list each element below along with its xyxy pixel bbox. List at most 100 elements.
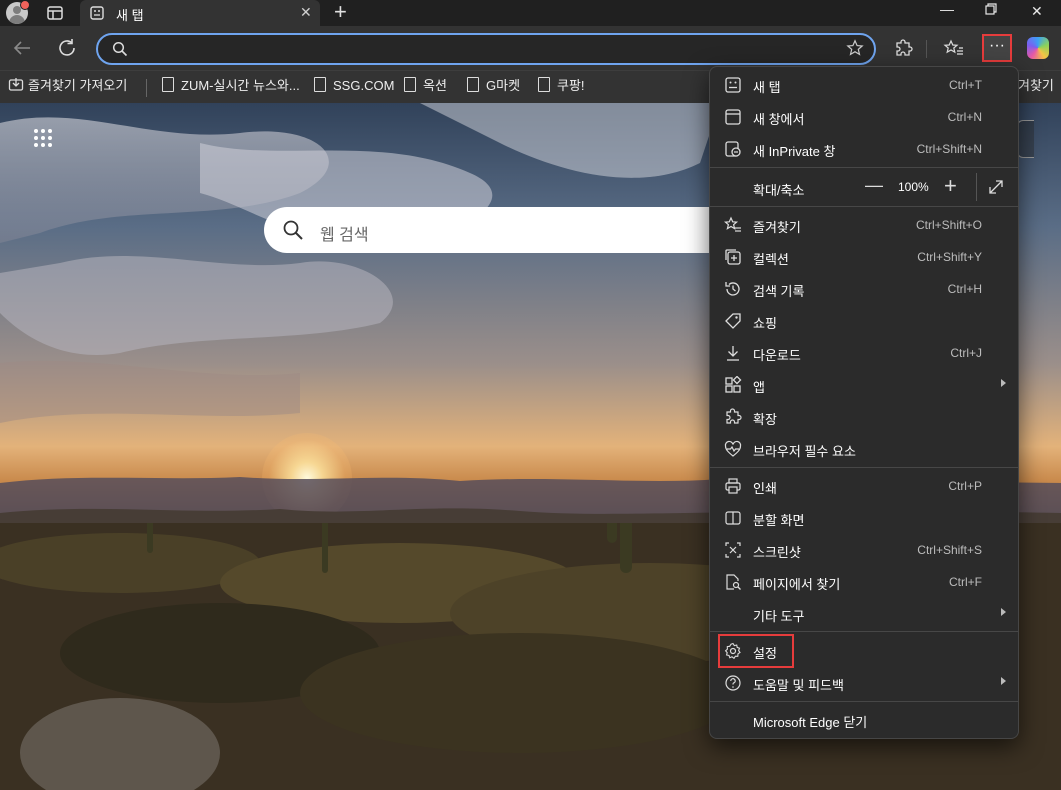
menu-find-on-page[interactable]: 페이지에서 찾기 Ctrl+F: [710, 566, 1018, 598]
import-favorites-button[interactable]: 즐겨찾기 가져오기: [8, 77, 127, 97]
page-settings-button[interactable]: [1017, 120, 1034, 158]
help-icon: [724, 674, 742, 692]
collections-icon: [724, 248, 742, 266]
favorite-zum[interactable]: ZUM-실시간 뉴스와...: [162, 77, 300, 97]
page-icon: [314, 77, 326, 92]
favorite-label: SSG.COM: [333, 78, 395, 93]
menu-extensions[interactable]: 확장: [710, 401, 1018, 433]
menu-shortcut: Ctrl+Shift+N: [916, 142, 982, 156]
menu-label: 기타 도구: [753, 609, 805, 624]
profile-notification-dot: [20, 0, 30, 10]
back-icon[interactable]: [10, 36, 34, 60]
apps-icon: [724, 376, 742, 394]
extensions-icon[interactable]: [893, 38, 915, 60]
menu-label: 새 탭: [753, 80, 781, 95]
menu-label: 확대/축소: [753, 183, 805, 198]
minimize-icon[interactable]: —: [940, 1, 954, 17]
menu-apps[interactable]: 앱: [710, 369, 1018, 401]
menu-downloads[interactable]: 다운로드 Ctrl+J: [710, 337, 1018, 369]
refresh-icon[interactable]: [55, 36, 79, 60]
new-tab-icon: [724, 76, 742, 94]
menu-label: 스크린샷: [753, 545, 801, 560]
settings-and-more-menu: 새 탭 Ctrl+T 새 창에서 Ctrl+N 새 InPrivate 창 Ct…: [709, 66, 1019, 739]
copilot-icon[interactable]: [1027, 37, 1049, 59]
favorite-label: ZUM-실시간 뉴스와...: [181, 78, 300, 93]
page-icon: [467, 77, 479, 92]
tab-new-tab[interactable]: 새 탭 ✕: [80, 0, 320, 26]
menu-browser-essentials[interactable]: 브라우저 필수 요소: [710, 433, 1018, 465]
menu-label: 컬렉션: [753, 252, 789, 267]
split-screen-icon: [724, 509, 742, 527]
restore-icon[interactable]: [984, 2, 998, 16]
address-bar[interactable]: [96, 33, 876, 65]
menu-label: 브라우저 필수 요소: [753, 444, 856, 459]
menu-screenshot[interactable]: 스크린샷 Ctrl+Shift+S: [710, 534, 1018, 566]
page-icon: [162, 77, 174, 92]
menu-history[interactable]: 검색 기록 Ctrl+H: [710, 273, 1018, 305]
favorite-coupang[interactable]: 쿠팡!: [538, 77, 585, 97]
menu-split-screen[interactable]: 분할 화면: [710, 502, 1018, 534]
menu-label: 새 창에서: [753, 112, 805, 127]
menu-help-feedback[interactable]: 도움말 및 피드백: [710, 667, 1018, 699]
history-icon: [724, 280, 742, 298]
menu-label: Microsoft Edge 닫기: [753, 715, 868, 730]
fullscreen-icon[interactable]: [987, 178, 1005, 196]
new-window-icon: [724, 108, 742, 126]
favorites-icon: [724, 216, 742, 234]
tab-title: 새 탭: [116, 8, 144, 23]
tab-actions-icon[interactable]: [46, 4, 64, 22]
menu-shortcut: Ctrl+P: [948, 479, 982, 493]
new-tab-button[interactable]: +: [334, 0, 347, 24]
zoom-out-button[interactable]: —: [865, 175, 883, 196]
menu-new-inprivate[interactable]: 새 InPrivate 창 Ctrl+Shift+N: [710, 133, 1018, 165]
menu-shortcut: Ctrl+H: [947, 282, 982, 296]
printer-icon: [724, 477, 742, 495]
shopping-tag-icon: [724, 312, 742, 330]
other-favorites[interactable]: 겨찾기: [1018, 77, 1054, 97]
page-icon: [404, 77, 416, 92]
menu-close-edge[interactable]: Microsoft Edge 닫기: [710, 704, 1018, 736]
favorite-gmarket[interactable]: G마켓: [467, 77, 520, 97]
apps-grid-icon[interactable]: [32, 127, 54, 149]
zoom-divider: [976, 173, 977, 201]
zoom-level: 100%: [898, 180, 929, 194]
favorites-icon[interactable]: [943, 38, 965, 60]
menu-collections[interactable]: 컬렉션 Ctrl+Shift+Y: [710, 241, 1018, 273]
menu-divider: [710, 467, 1018, 468]
menu-label: 즐겨찾기: [753, 220, 801, 235]
extensions-icon: [724, 408, 742, 426]
menu-shortcut: Ctrl+F: [949, 575, 982, 589]
menu-print[interactable]: 인쇄 Ctrl+P: [710, 470, 1018, 502]
favorite-label: 옥션: [423, 78, 447, 93]
favorite-label: 즐겨찾기 가져오기: [28, 78, 128, 93]
menu-shortcut: Ctrl+T: [949, 78, 982, 92]
menu-new-window[interactable]: 새 창에서 Ctrl+N: [710, 101, 1018, 133]
heart-pulse-icon: [724, 440, 742, 458]
menu-label: 페이지에서 찾기: [753, 577, 841, 592]
menu-shortcut: Ctrl+N: [947, 110, 982, 124]
menu-more-tools[interactable]: 기타 도구: [710, 598, 1018, 630]
menu-shortcut: Ctrl+Shift+O: [915, 218, 982, 232]
menu-label: 다운로드: [753, 348, 801, 363]
menu-favorites[interactable]: 즐겨찾기 Ctrl+Shift+O: [710, 209, 1018, 241]
settings-and-more-button[interactable]: ···: [982, 34, 1012, 62]
submenu-arrow-icon: [1001, 608, 1006, 616]
menu-divider: [710, 701, 1018, 702]
menu-new-tab[interactable]: 새 탭 Ctrl+T: [710, 69, 1018, 101]
zoom-in-button[interactable]: +: [944, 173, 957, 199]
menu-shopping[interactable]: 쇼핑: [710, 305, 1018, 337]
menu-shortcut: Ctrl+J: [950, 346, 982, 360]
favorite-label: 쿠팡!: [557, 78, 585, 93]
close-window-icon[interactable]: ✕: [1031, 3, 1043, 20]
menu-label: 검색 기록: [753, 284, 805, 299]
menu-divider: [710, 167, 1018, 168]
web-search-box[interactable]: 웹 검색: [264, 207, 734, 253]
inprivate-icon: [724, 140, 742, 158]
menu-label: 도움말 및 피드백: [753, 678, 844, 693]
favorite-auction[interactable]: 옥션: [404, 77, 447, 97]
settings-highlight-box: [718, 634, 794, 668]
tab-close-icon[interactable]: ✕: [300, 4, 312, 21]
page-icon: [538, 77, 550, 92]
favorite-ssg[interactable]: SSG.COM: [314, 77, 394, 97]
add-favorite-icon[interactable]: [846, 39, 864, 57]
